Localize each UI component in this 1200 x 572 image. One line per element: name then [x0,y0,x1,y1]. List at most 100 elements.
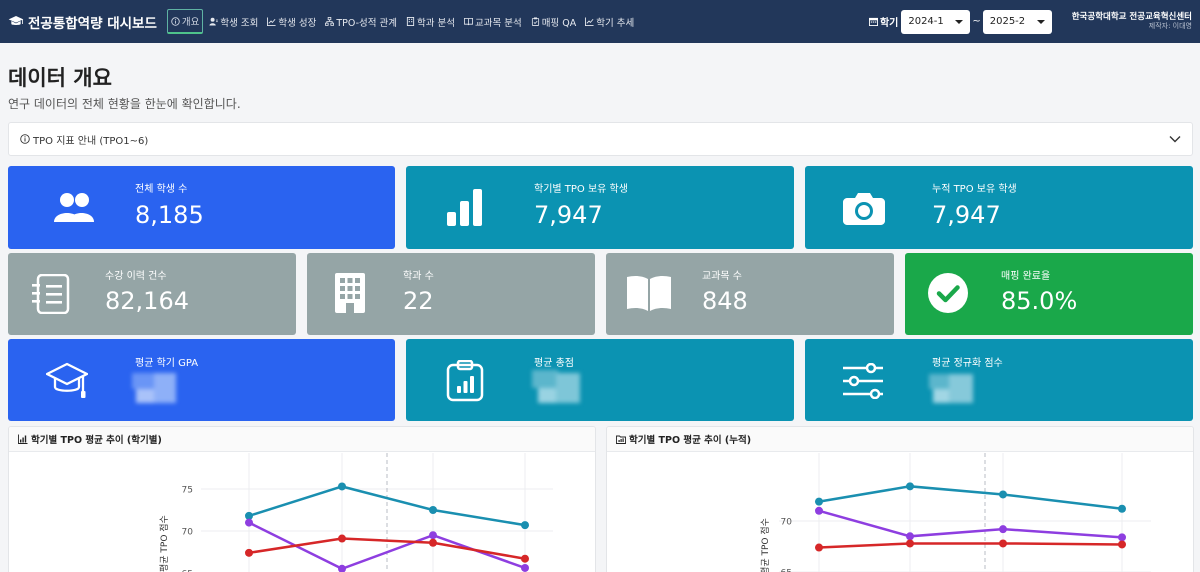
card-label: 평균 정규화 점수 [932,358,1003,369]
data-point[interactable] [999,539,1007,548]
series-line [818,542,1123,549]
card-courses: 교과목 수 848 [606,253,894,335]
data-point[interactable] [906,532,914,541]
data-point[interactable] [815,543,823,552]
nav-tpo-grade[interactable]: TPO-성적 관계 [322,11,400,33]
data-point[interactable] [1118,540,1126,549]
data-point[interactable] [815,497,823,506]
data-point[interactable] [815,506,823,515]
nav-student-lookup[interactable]: 학생 조회 [206,11,261,33]
nav-student-lookup-label: 학생 조회 [220,17,259,29]
data-point[interactable] [429,506,437,514]
chart-header: 학기별 TPO 평균 추이 (누적) [607,427,1193,452]
card-enroll-records: 수강 이력 건수 82,164 [8,253,296,335]
nav-mapping-qa[interactable]: 매핑 QA [528,11,579,33]
org-name: 한국공학대학교 전공교육혁신센터 [1071,11,1192,22]
card-value: 8,185 [135,201,204,229]
info-icon [20,134,30,144]
line-chart-cumulative: 65 70 평균 TPO 점수 [759,453,1151,572]
card-label: 전체 학생 수 [135,184,188,195]
y-tick-label: 70 [781,518,793,528]
card-label: 수강 이력 건수 [105,271,167,282]
chart-panel-cumulative: 학기별 TPO 평균 추이 (누적) 65 70 평균 TPO 점수 [606,426,1194,572]
semester-to-select[interactable]: 2025-2 [982,9,1052,34]
org-author: 제작자: 이대영 [1148,22,1192,31]
semester-label: 학기 [868,14,899,29]
data-point[interactable] [429,538,437,547]
page-title: 데이터 개요 [8,66,112,90]
card-avg-gpa: 평균 학기 GPA [8,339,395,421]
card-avg-norm: 평균 정규화 점수 [805,339,1193,421]
nav-overview-label: 개요 [181,17,200,28]
semester-to-value: 2025-2 [989,16,1026,27]
data-point[interactable] [245,518,253,527]
card-value: 7,947 [534,201,603,229]
data-point[interactable] [999,490,1007,499]
nav-overview[interactable]: 개요 [166,9,204,34]
data-point[interactable] [245,548,253,557]
y-tick-label: 70 [182,528,194,538]
series-line [818,485,1123,511]
y-tick-label: 75 [182,486,193,496]
nav-mapping-qa-label: 매핑 QA [541,17,577,29]
data-point[interactable] [338,564,346,572]
data-point[interactable] [338,534,346,543]
data-point[interactable] [1118,504,1126,513]
data-point[interactable] [999,525,1007,534]
card-label: 매핑 완료율 [1001,271,1051,282]
caret-down-icon [1036,19,1045,24]
book-open-icon [627,275,671,311]
nav-student-growth[interactable]: 학생 성장 [264,11,319,33]
card-label: 학기별 TPO 보유 학생 [534,184,628,195]
data-point[interactable] [521,554,529,563]
card-label: 학과 수 [403,271,434,282]
chart-title: 학기별 TPO 평균 추이 (학기별) [31,435,162,446]
data-point[interactable] [906,482,914,491]
chevron-down-icon [1169,136,1181,143]
data-point[interactable] [906,539,914,548]
semester-label-text: 학기 [879,18,899,29]
clipboard-chart-icon [446,360,484,402]
data-point[interactable] [1118,533,1126,542]
camera-icon [843,193,885,225]
accordion-header: TPO 지표 안내 (TPO1~6) [20,132,148,147]
caret-down-icon [955,19,964,24]
tpo-guide-accordion[interactable]: TPO 지표 안내 (TPO1~6) [8,122,1193,156]
data-point[interactable] [338,482,346,491]
data-point[interactable] [429,531,437,540]
chart-title: 학기별 TPO 평균 추이 (누적) [629,435,752,446]
info-icon [171,16,180,26]
nav-semester-trend[interactable]: 학기 추세 [582,11,637,33]
list-icon [32,274,70,314]
data-point[interactable] [521,563,529,572]
nav-dept-analysis[interactable]: 학과 분석 [403,11,458,33]
bar-chart-icon [18,434,28,444]
semester-filter: 학기 2024-1 ~ 2025-2 한국공학대학교 전공교육혁신센터 제작자:… [868,9,1192,34]
series-line [818,509,1123,539]
sliders-icon [843,363,883,399]
trend-icon [585,17,594,26]
user-icon [209,17,219,26]
chart-header: 학기별 TPO 평균 추이 (학기별) [9,427,595,452]
card-label: 평균 학기 GPA [135,358,199,369]
semester-from-value: 2024-1 [908,16,944,27]
nav-course-analysis[interactable]: 교과목 분석 [461,11,525,33]
nav-semester-trend-label: 학기 추세 [596,17,635,29]
card-total-students: 전체 학생 수 8,185 [8,166,395,249]
y-axis-label: 평균 TPO 점수 [759,518,771,572]
org-info: 한국공학대학교 전공교육혁신센터 제작자: 이대영 [1071,11,1192,31]
page-subtitle: 연구 데이터의 전체 현황을 한눈에 확인합니다. [8,97,241,111]
card-mapping-rate: 매핑 완료율 85.0% [905,253,1193,335]
brand[interactable]: 전공통합역량 대시보드 [8,12,157,32]
line-chart-semester: 657075평균 TPO 점수 [158,453,553,572]
card-departments: 학과 수 22 [307,253,595,335]
card-value: 85.0% [1001,287,1078,315]
semester-from-select[interactable]: 2024-1 [901,9,971,34]
data-point[interactable] [521,521,529,530]
building-icon [406,17,415,26]
top-navbar: 전공통합역량 대시보드 개요 학생 조회 학생 성장 TPO-성적 관계 학과 … [0,0,1200,43]
nav-course-analysis-label: 교과목 분석 [475,17,522,29]
obscured-value [929,374,975,403]
nav-dept-analysis-label: 학과 분석 [417,17,456,29]
y-tick-label: 65 [781,569,792,572]
